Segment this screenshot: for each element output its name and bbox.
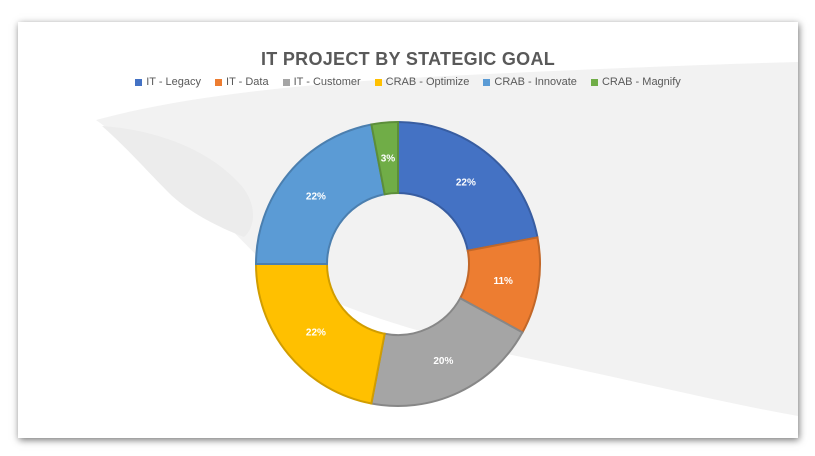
data-label-crab-magnify: 3% [381,153,396,164]
chart-frame: IT PROJECT BY STATEGIC GOAL IT - Legacy I… [18,22,798,438]
data-label-it-legacy: 22% [456,177,476,188]
donut-chart: 22% 11% 20% 22% 22% 3% [254,120,541,407]
data-label-crab-optimize: 22% [306,327,326,338]
data-label-it-customer: 20% [433,356,453,367]
data-label-crab-innovate: 22% [306,192,326,203]
data-label-it-data: 11% [493,276,513,287]
